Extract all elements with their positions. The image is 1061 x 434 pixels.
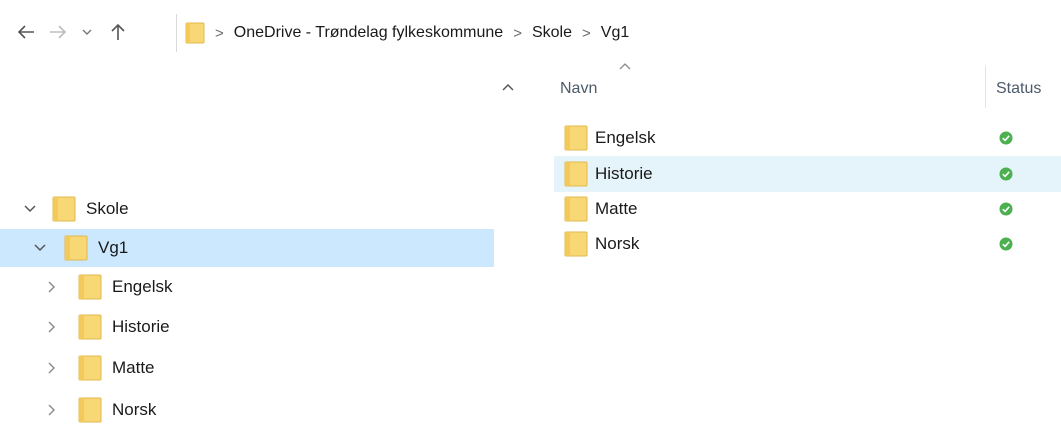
arrow-left-icon — [17, 25, 34, 39]
chevron-down-icon[interactable] — [22, 201, 38, 217]
breadcrumb-vg1[interactable]: Vg1 — [601, 24, 629, 42]
sync-status-check-icon — [999, 167, 1013, 181]
folder-icon — [564, 161, 588, 187]
chevron-down-icon[interactable] — [32, 240, 48, 256]
file-name: Norsk — [595, 234, 640, 253]
tree-item-matte[interactable]: Matte — [0, 349, 494, 387]
file-name: Historie — [595, 164, 653, 183]
breadcrumb-separator[interactable]: > — [582, 25, 591, 42]
arrow-up-icon — [111, 23, 125, 40]
tree-item-label: Norsk — [112, 400, 157, 419]
folder-icon — [78, 355, 102, 381]
folder-icon — [78, 397, 102, 423]
arrow-right-icon — [50, 25, 67, 39]
address-bar[interactable]: > OneDrive - Trøndelag fylkeskommune > S… — [176, 14, 1061, 52]
tree-item-vg1[interactable]: Vg1 — [0, 229, 494, 267]
chevron-right-icon[interactable] — [44, 319, 60, 335]
chevron-right-icon[interactable] — [44, 279, 60, 295]
tree-item-engelsk[interactable]: Engelsk — [0, 268, 494, 306]
address-toolbar: > OneDrive - Trøndelag fylkeskommune > S… — [0, 0, 1061, 66]
chevron-down-icon — [82, 29, 92, 35]
file-row-historie[interactable]: Historie — [554, 156, 1061, 192]
folder-icon — [564, 196, 588, 222]
file-name: Matte — [595, 199, 638, 218]
sync-status-check-icon — [999, 202, 1013, 216]
sync-status-check-icon — [999, 237, 1013, 251]
breadcrumb-onedrive[interactable]: OneDrive - Trøndelag fylkeskommune — [234, 24, 503, 42]
folder-icon — [564, 125, 588, 151]
chevron-up-icon — [502, 83, 514, 91]
tree-item-skole[interactable]: Skole — [0, 190, 494, 228]
recent-locations-button[interactable] — [76, 18, 98, 46]
chevron-right-icon[interactable] — [44, 360, 60, 376]
file-row-matte[interactable]: Matte — [554, 191, 1061, 227]
scroll-up-button[interactable] — [502, 78, 518, 94]
tree-item-norsk[interactable]: Norsk — [0, 391, 494, 429]
column-divider[interactable] — [985, 66, 986, 108]
sort-ascending-icon — [619, 63, 631, 70]
folder-icon — [185, 22, 205, 44]
folder-icon — [64, 235, 88, 261]
file-name: Engelsk — [595, 128, 656, 147]
breadcrumb-skole[interactable]: Skole — [532, 24, 572, 42]
file-list-pane: Navn Status Engelsk Historie Matte Norsk — [538, 63, 1061, 434]
column-header-name[interactable]: Navn — [560, 80, 597, 98]
folder-icon — [78, 314, 102, 340]
up-button[interactable] — [104, 18, 132, 46]
file-row-norsk[interactable]: Norsk — [554, 226, 1061, 262]
chevron-right-icon[interactable] — [44, 402, 60, 418]
tree-item-label: Skole — [86, 199, 129, 218]
navigation-pane: Skole Vg1 Engelsk Historie Matte Norsk — [0, 66, 526, 434]
sync-status-check-icon — [999, 131, 1013, 145]
tree-item-label: Matte — [112, 358, 155, 377]
tree-item-label: Historie — [112, 317, 170, 336]
file-row-engelsk[interactable]: Engelsk — [554, 120, 1061, 156]
folder-icon — [564, 231, 588, 257]
tree-item-label: Engelsk — [112, 277, 173, 296]
back-button[interactable] — [12, 18, 40, 46]
breadcrumb-separator[interactable]: > — [215, 25, 224, 42]
folder-icon — [52, 196, 76, 222]
breadcrumb-separator[interactable]: > — [513, 25, 522, 42]
tree-item-label: Vg1 — [98, 238, 129, 257]
column-header-status[interactable]: Status — [996, 80, 1041, 98]
forward-button[interactable] — [44, 18, 72, 46]
tree-item-historie[interactable]: Historie — [0, 308, 494, 346]
folder-icon — [78, 274, 102, 300]
